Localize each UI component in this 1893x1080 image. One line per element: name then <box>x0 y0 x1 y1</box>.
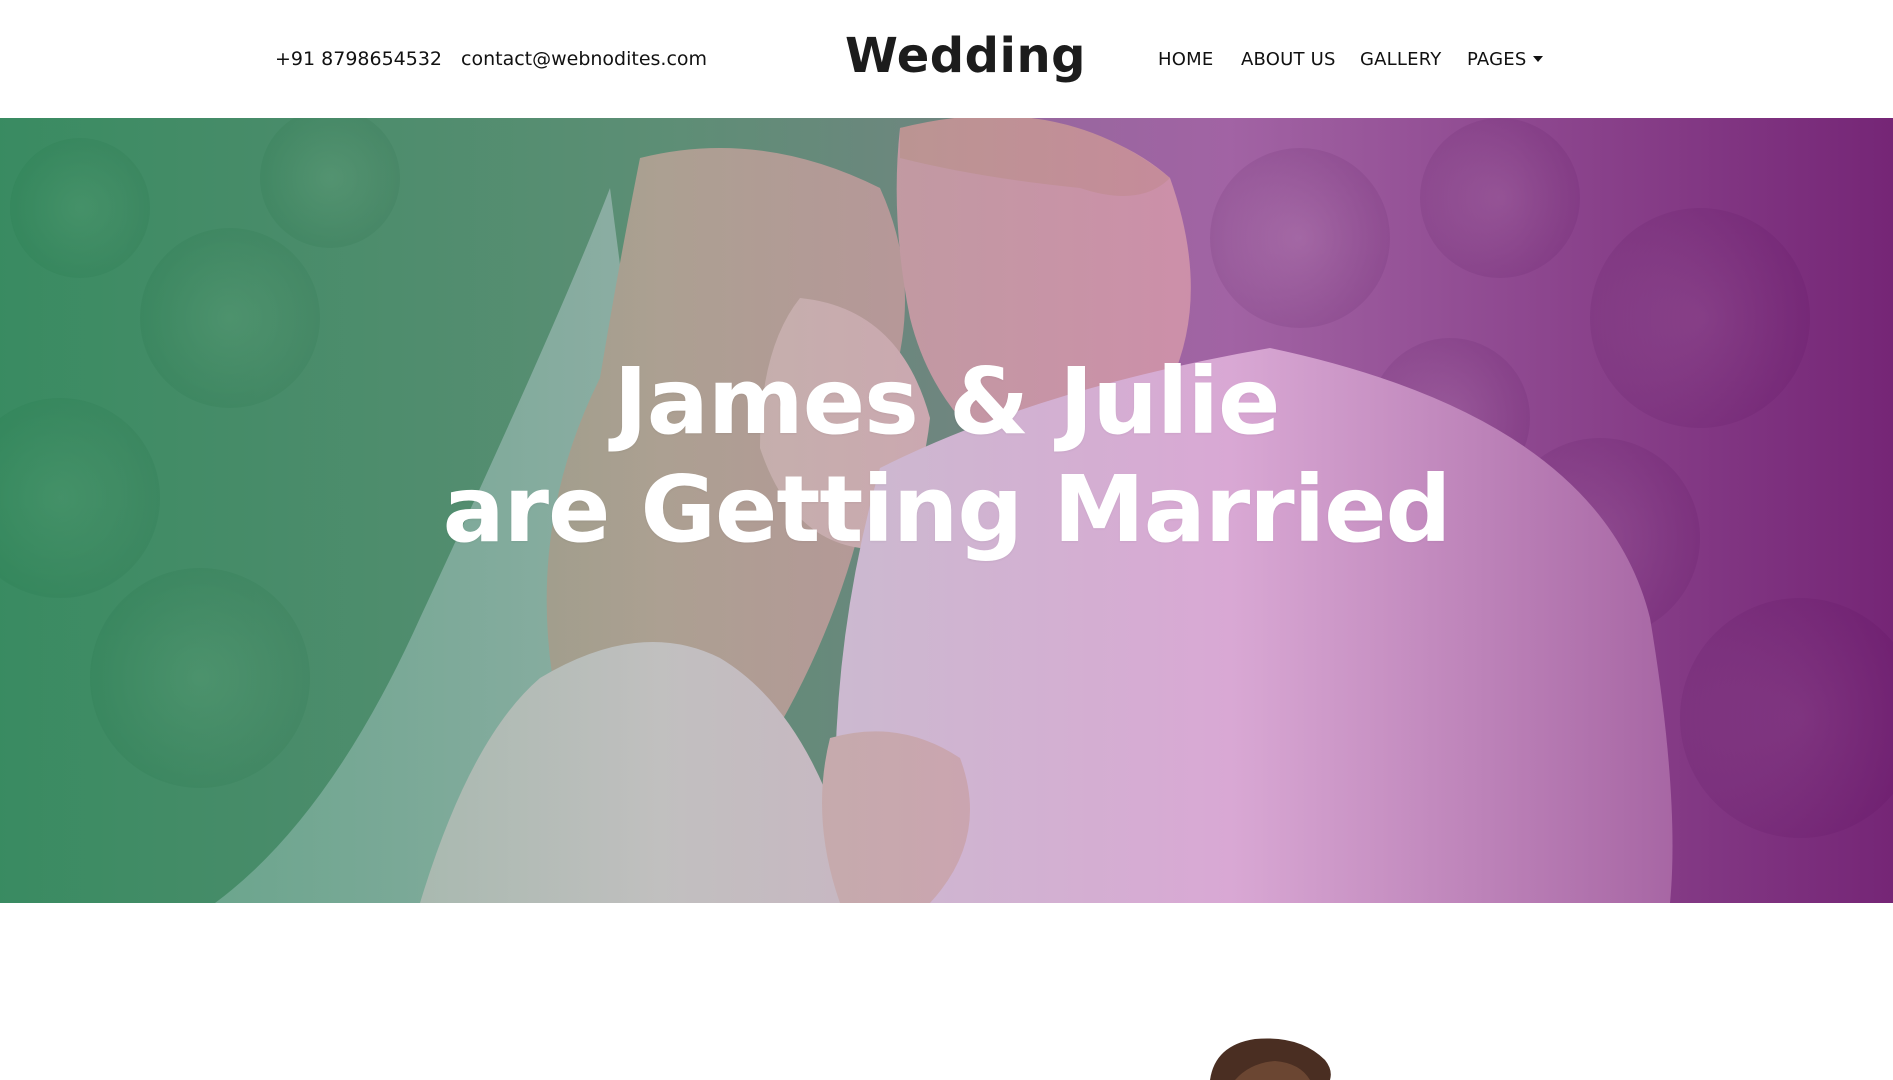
email-link[interactable]: contact@webnodites.com <box>461 48 707 70</box>
next-section <box>0 903 1893 1080</box>
hero-title-line1: James & Julie <box>613 348 1281 455</box>
site-header: +91 8798654532 contact@webnodites.com We… <box>0 0 1893 118</box>
phone-link[interactable]: +91 8798654532 <box>275 48 442 70</box>
hero-title: James & Julie are Getting Married <box>0 348 1893 564</box>
nav-gallery[interactable]: GALLERY <box>1360 49 1441 70</box>
partial-portrait-photo <box>1210 1038 1331 1080</box>
nav-pages-dropdown[interactable]: PAGES <box>1467 49 1526 70</box>
hero-title-line2: are Getting Married <box>442 456 1452 563</box>
nav-home[interactable]: HOME <box>1158 49 1213 70</box>
hero-banner: James & Julie are Getting Married <box>0 118 1893 903</box>
brand-logo[interactable]: Wedding <box>845 28 1086 84</box>
nav-about-us[interactable]: ABOUT US <box>1241 49 1336 70</box>
caret-down-icon[interactable] <box>1533 56 1543 62</box>
